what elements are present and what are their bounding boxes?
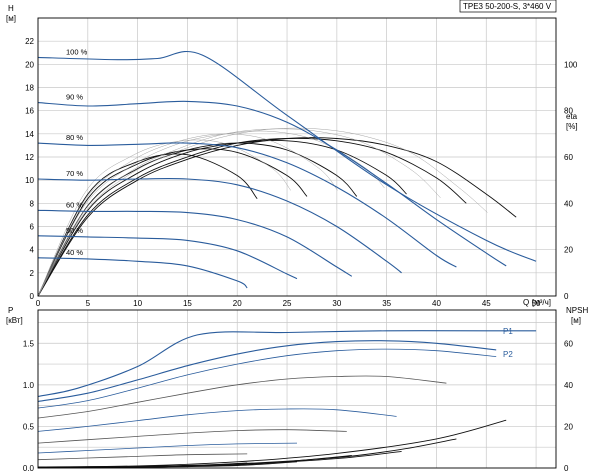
- eta-axis-label: eta: [566, 112, 578, 121]
- power-axis-label: P: [8, 306, 13, 315]
- power-curve: [37, 375, 447, 419]
- power-curve: [37, 453, 248, 461]
- head-curve: [37, 100, 507, 267]
- npsh-tick-label: 0: [564, 464, 569, 473]
- x-tick-label: 35: [382, 299, 391, 308]
- speed-curve-label: 90 %: [66, 93, 83, 102]
- x-tick-label: 25: [283, 299, 292, 308]
- pump-performance-chart: 100 %90 %80 %70 %60 %50 %40 % 0 5 10 15 20 25…: [6, 0, 588, 473]
- head-tick-label: 10: [25, 176, 34, 185]
- head-tick-label: 2: [30, 269, 35, 278]
- power-tick-label: 1.5: [23, 339, 35, 348]
- eta-tick-label: 60: [564, 153, 573, 162]
- power-panel-grid: [37, 310, 556, 468]
- power-tick-label: 0.5: [23, 422, 35, 431]
- eta-construction-line: [37, 130, 385, 297]
- p1-series-label: P1: [503, 327, 513, 336]
- power-tick-label: 1.0: [23, 381, 35, 390]
- head-tick-label: 16: [25, 107, 34, 116]
- power-curve: [37, 408, 397, 432]
- head-tick-label: 22: [25, 37, 34, 46]
- x-tick-label: 30: [332, 299, 341, 308]
- npsh-axis-label: NPSH: [566, 306, 588, 315]
- x-tick-label: 0: [36, 299, 41, 308]
- chart-title: TPE3 50-200-S, 3*460 V: [463, 2, 552, 11]
- head-axis-unit: [м]: [6, 14, 16, 23]
- eta-construction-line: [37, 127, 488, 297]
- head-tick-label: 20: [25, 60, 34, 69]
- x-tick-label: 10: [133, 299, 142, 308]
- power-axis-unit: [кВт]: [6, 316, 23, 325]
- npsh-tick-label: 40: [564, 381, 573, 390]
- speed-curve-label: 50 %: [66, 226, 83, 235]
- axis-ticks: 0 5 10 15 20 25 30 35 40 45 5002468101214161820220…: [23, 37, 578, 473]
- npsh-axis-unit: [м]: [571, 316, 581, 325]
- power-tick-label: 0.0: [23, 464, 35, 473]
- speed-curve-label: 100 %: [66, 47, 88, 56]
- head-axis-label: H: [8, 4, 14, 13]
- eta-construction-line: [37, 128, 441, 297]
- eta-tick-label: 20: [564, 246, 573, 255]
- power-panel-frame: [37, 309, 557, 469]
- npsh-tick-label: 20: [564, 422, 573, 431]
- speed-curve-label: 70 %: [66, 169, 83, 178]
- head-curve: [37, 142, 457, 268]
- flow-axis-label: Q: [523, 298, 529, 307]
- eta-tick-label: 100: [564, 60, 578, 69]
- head-curve: [37, 235, 298, 280]
- x-tick-label: 45: [482, 299, 491, 308]
- speed-curve-label: 40 %: [66, 248, 83, 257]
- p2-series-label: P2: [503, 350, 513, 359]
- head-tick-label: 18: [25, 84, 34, 93]
- head-tick-label: 12: [25, 153, 34, 162]
- x-tick-label: 5: [86, 299, 91, 308]
- npsh-curve: [37, 438, 457, 468]
- head-tick-label: 4: [30, 246, 35, 255]
- speed-curve-label: 80 %: [66, 133, 83, 142]
- speed-curve-label: 60 %: [66, 200, 83, 209]
- eta-curve: [37, 137, 467, 297]
- eta-tick-label: 0: [564, 292, 569, 301]
- head-tick-label: 14: [25, 130, 34, 139]
- x-tick-label: 40: [432, 299, 441, 308]
- head-tick-label: 0: [30, 292, 35, 301]
- flow-axis-unit: [м³/ч]: [532, 298, 551, 307]
- eta-tick-label: 40: [564, 199, 573, 208]
- eta-axis-unit: [%]: [566, 122, 578, 131]
- power-curve: [37, 429, 347, 444]
- head-tick-label: 8: [30, 199, 35, 208]
- x-tick-label: 15: [183, 299, 192, 308]
- npsh-tick-label: 60: [564, 339, 573, 348]
- eta-curve: [37, 137, 517, 297]
- head-tick-label: 6: [30, 223, 35, 232]
- x-tick-label: 20: [233, 299, 242, 308]
- power-curve: [37, 442, 298, 454]
